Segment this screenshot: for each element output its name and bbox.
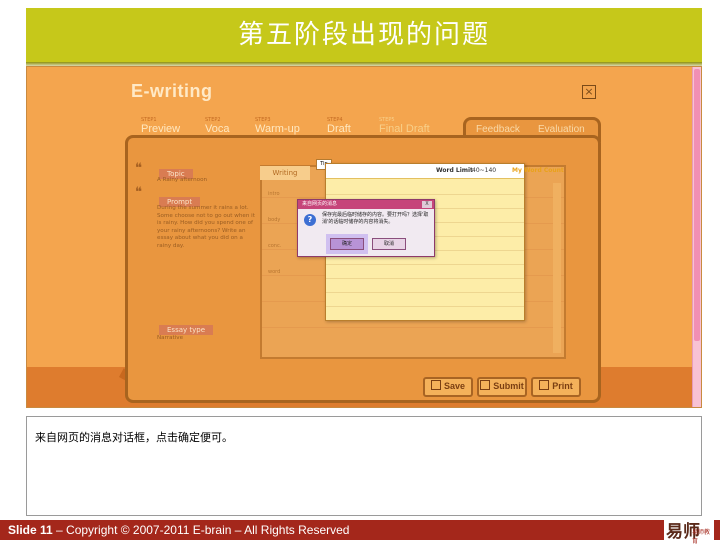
step-preview[interactable]: STEP1 Preview	[141, 117, 180, 135]
step-label: Preview	[141, 123, 181, 135]
writing-scrollbar[interactable]	[553, 183, 561, 353]
step-label: Draft	[327, 123, 351, 135]
word-limit-value: 40~140	[472, 167, 497, 174]
topic-text: A Rainy afternoon	[157, 177, 208, 183]
line-label: word	[268, 269, 281, 275]
footer-bar: Slide 11 – Copyright © 2007-2011 E-brain…	[0, 520, 720, 540]
step-label: Warm-up	[255, 123, 300, 135]
quote-icon: ❝	[135, 185, 142, 200]
dialog-cancel-button[interactable]: 取消	[372, 238, 406, 250]
dialog-close-button[interactable]: X	[422, 201, 432, 208]
close-icon[interactable]: ×	[582, 85, 596, 99]
dialog-message: 保存完最后临时储存的内容。要打开吗？选择'取消'的话临时储存的内容将消失。	[322, 212, 429, 225]
question-icon: ?	[304, 214, 316, 226]
title-banner: 第五阶段出现的问题	[26, 8, 702, 68]
left-pane: ❝ Topic A Rainy afternoon ❝ Prompt Durin…	[135, 155, 257, 385]
tab-writing[interactable]: Writing	[260, 166, 310, 180]
slide-number: Slide 11	[8, 523, 53, 537]
page-scrollbar[interactable]	[692, 67, 701, 407]
save-icon	[430, 380, 441, 390]
step-label: Voca	[205, 123, 230, 135]
tab-feedback[interactable]: Feedback	[476, 124, 520, 135]
notes-box: 来自网页的消息对话框，点击确定便可。	[26, 416, 702, 516]
dialog-title: 来自网页的消息	[302, 201, 338, 207]
print-button[interactable]: Print	[531, 377, 581, 397]
logo-subtext: 易师教育	[692, 529, 711, 545]
step-warm-up[interactable]: STEP3 Warm-up	[255, 117, 300, 135]
scroll-thumb[interactable]	[694, 69, 700, 341]
app-screenshot: E-writing × STEP1 Preview STEP2 Voca STE…	[26, 66, 702, 408]
line-label: body	[268, 217, 281, 223]
message-dialog: 来自网页的消息 X ? 保存完最后临时储存的内容。要打开吗？选择'取消'的话临时…	[297, 199, 435, 257]
line-label: conc.	[268, 243, 282, 249]
word-limit-label: Word Limit	[436, 167, 473, 174]
ewriting-logo: E-writing	[131, 81, 213, 101]
slide-title: 第五阶段出现的问题	[237, 20, 490, 50]
my-word-count: My Word Count	[512, 167, 564, 174]
dialog-ok-button[interactable]: 确定	[330, 238, 364, 250]
tab-evaluation[interactable]: Evaluation	[538, 124, 585, 135]
step-label: Final Draft	[379, 123, 430, 135]
line-label: intro	[268, 191, 280, 197]
print-icon	[539, 380, 550, 390]
step-final-draft[interactable]: STEP5 Final Draft	[379, 117, 430, 135]
submit-icon	[480, 380, 491, 390]
copyright-text: – Copyright © 2007-2011 E-brain – All Ri…	[52, 523, 350, 537]
step-voca[interactable]: STEP2 Voca	[205, 117, 229, 135]
prompt-text: During the summer it rains a lot. Some c…	[157, 205, 255, 249]
step-draft[interactable]: STEP4 Draft	[327, 117, 351, 135]
dialog-titlebar: 来自网页的消息 X	[298, 200, 434, 209]
notes-text: 来自网页的消息对话框，点击确定便可。	[35, 431, 233, 444]
essay-type-text: Narrative	[157, 335, 184, 341]
essay-type-chip: Essay type	[159, 317, 214, 336]
footer-text: Slide 11 – Copyright © 2007-2011 E-brain…	[8, 520, 349, 540]
doc-header: Word Limit 40~140 My Word Count	[326, 164, 564, 179]
brand-logo: 易师 易师教育	[664, 517, 714, 545]
save-button[interactable]: Save	[423, 377, 473, 397]
quote-icon: ❝	[135, 161, 142, 176]
submit-button[interactable]: Submit	[477, 377, 527, 397]
